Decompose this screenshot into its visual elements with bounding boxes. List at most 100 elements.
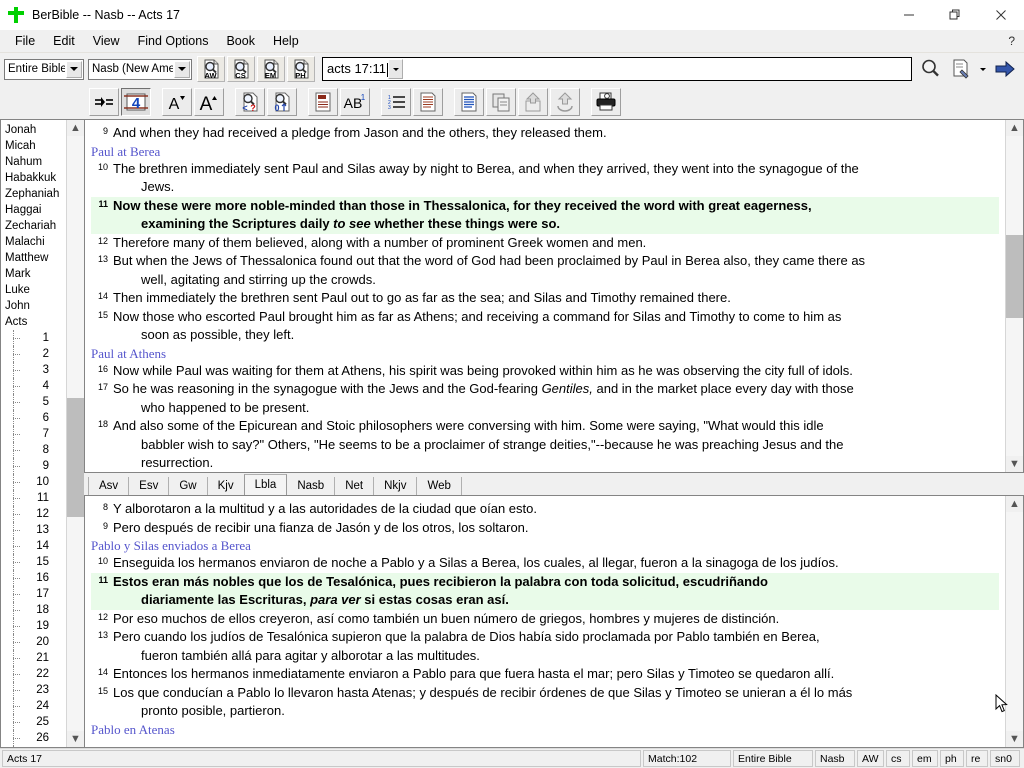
verse-row[interactable]: 17 So he was reasoning in the synagogue …	[91, 380, 999, 417]
tree-book-zechariah[interactable]: Zechariah	[5, 218, 66, 234]
maximize-icon[interactable]	[932, 0, 978, 30]
tab-nasb[interactable]: Nasb	[286, 477, 336, 495]
chevron-down-icon[interactable]	[66, 60, 82, 78]
top-panel-scrollbar[interactable]: ▲ ▼	[1005, 120, 1023, 472]
help-question-icon[interactable]: ?	[1008, 34, 1024, 48]
tree-chapter[interactable]: 8	[5, 442, 66, 458]
bottom-scroll-track[interactable]	[1006, 512, 1023, 731]
sidebar-scrollbar[interactable]: ▲ ▼	[66, 120, 84, 747]
chevron-down-icon[interactable]: ▼	[1006, 731, 1023, 747]
menu-edit[interactable]: Edit	[44, 32, 84, 50]
top-scroll-thumb[interactable]	[1006, 235, 1023, 319]
tree-chapter[interactable]: 9	[5, 458, 66, 474]
verse-row[interactable]: 10 The brethren immediately sent Paul an…	[91, 160, 999, 197]
verse-row[interactable]: 15 Los que conducían a Pablo lo llevaron…	[91, 684, 999, 721]
tree-chapter[interactable]: 14	[5, 538, 66, 554]
go-button[interactable]	[991, 56, 1019, 82]
verse-row[interactable]: 10 Enseguida los hermanos enviaron de no…	[91, 554, 999, 573]
tab-asv[interactable]: Asv	[88, 477, 130, 495]
strongs-number-search-button[interactable]: 0	[267, 88, 297, 116]
verse-row[interactable]: 14 Then immediately the brethren sent Pa…	[91, 289, 999, 308]
tree-book-haggai[interactable]: Haggai	[5, 202, 66, 218]
bible-version-combo[interactable]: Nasb (New Ame	[88, 58, 192, 80]
tree-chapter[interactable]: 22	[5, 666, 66, 682]
chevron-down-icon[interactable]	[174, 60, 190, 78]
tree-chapter[interactable]: 13	[5, 522, 66, 538]
verse-row-highlighted[interactable]: 11 Estos eran más nobles que los de Tesa…	[91, 572, 999, 610]
tree-book-nahum[interactable]: Nahum	[5, 154, 66, 170]
export-up-button[interactable]	[518, 88, 548, 116]
tree-book-john[interactable]: John	[5, 298, 66, 314]
tab-esv[interactable]: Esv	[128, 477, 170, 495]
chevron-down-icon[interactable]	[388, 59, 404, 79]
menu-file[interactable]: File	[6, 32, 44, 50]
sidebar-scroll-thumb[interactable]	[67, 397, 84, 517]
show-notes-button[interactable]	[308, 88, 338, 116]
print-preview-button[interactable]	[591, 88, 621, 116]
tab-kjv[interactable]: Kjv	[206, 477, 245, 495]
top-scroll-track[interactable]	[1006, 136, 1023, 456]
tab-web[interactable]: Web	[416, 477, 462, 495]
verse-row[interactable]: 13 Pero cuando los judíos de Tesalónica …	[91, 628, 999, 665]
case-sensitive-search-button[interactable]: CS	[227, 56, 255, 82]
verse-row[interactable]: 9 Pero después de recibir una fianza de …	[91, 519, 999, 538]
tree-book-malachi[interactable]: Malachi	[5, 234, 66, 250]
chevron-up-icon[interactable]: ▲	[67, 120, 84, 136]
menu-book[interactable]: Book	[217, 32, 264, 50]
search-input[interactable]: acts 17:11	[322, 57, 912, 81]
tree-chapter[interactable]: 11	[5, 490, 66, 506]
commentary-button[interactable]	[413, 88, 443, 116]
tree-book-micah[interactable]: Micah	[5, 138, 66, 154]
chevron-down-icon[interactable]: ▼	[67, 731, 84, 747]
tree-chapter[interactable]: 2	[5, 346, 66, 362]
tree-chapter[interactable]: 15	[5, 554, 66, 570]
four-panes-button[interactable]: 4	[121, 88, 151, 116]
tree-book-jonah[interactable]: Jonah	[5, 122, 66, 138]
tree-book-mark[interactable]: Mark	[5, 266, 66, 282]
tree-chapter[interactable]: 26	[5, 730, 66, 746]
copy-verses-button[interactable]	[486, 88, 516, 116]
tree-chapter[interactable]: 16	[5, 570, 66, 586]
verse-row-highlighted[interactable]: 11 Now these were more noble-minded than…	[91, 196, 999, 234]
verse-row[interactable]: 18 And also some of the Epicurean and St…	[91, 417, 999, 472]
close-icon[interactable]	[978, 0, 1024, 30]
menu-help[interactable]: Help	[264, 32, 308, 50]
exact-match-search-button[interactable]: EM	[257, 56, 285, 82]
verse-row[interactable]: 14 Entonces los hermanos inmediatamente …	[91, 665, 999, 684]
top-verse-text[interactable]: 9 And when they had received a pledge fr…	[85, 120, 1005, 472]
tree-chapter[interactable]: 3	[5, 362, 66, 378]
all-words-search-button[interactable]: AW	[197, 56, 225, 82]
show-footnotes-button[interactable]: AB 1	[340, 88, 370, 116]
verse-row[interactable]: 15 Now those who escorted Paul brought h…	[91, 308, 999, 345]
tab-lbla[interactable]: Lbla	[243, 474, 288, 495]
tree-chapter[interactable]: 19	[5, 618, 66, 634]
book-tree[interactable]: Jonah Micah Nahum Habakkuk Zephaniah Hag…	[1, 120, 66, 747]
tab-nkjv[interactable]: Nkjv	[373, 477, 418, 495]
tree-book-matthew[interactable]: Matthew	[5, 250, 66, 266]
search-help-button[interactable]: ? <	[235, 88, 265, 116]
upload-button[interactable]	[550, 88, 580, 116]
find-button[interactable]	[917, 56, 945, 82]
menu-view[interactable]: View	[84, 32, 129, 50]
verse-row[interactable]: 12 Therefore many of them believed, alon…	[91, 234, 999, 253]
copy-tool-button[interactable]	[947, 56, 975, 82]
compare-versions-button[interactable]	[89, 88, 119, 116]
chevron-down-icon[interactable]: ▼	[1006, 456, 1023, 472]
tree-book-luke[interactable]: Luke	[5, 282, 66, 298]
tree-chapter[interactable]: 1	[5, 330, 66, 346]
tree-chapter[interactable]: 27	[5, 746, 66, 747]
blue-page-button[interactable]	[454, 88, 484, 116]
tree-chapter[interactable]: 6	[5, 410, 66, 426]
tree-chapter[interactable]: 24	[5, 698, 66, 714]
tree-chapter[interactable]: 21	[5, 650, 66, 666]
tree-chapter[interactable]: 23	[5, 682, 66, 698]
tab-net[interactable]: Net	[334, 477, 375, 495]
tree-chapter[interactable]: 18	[5, 602, 66, 618]
tree-chapter[interactable]: 10	[5, 474, 66, 490]
verse-row[interactable]: 12 Por eso muchos de ellos creyeron, así…	[91, 610, 999, 629]
tree-chapter[interactable]: 5	[5, 394, 66, 410]
phrase-search-button[interactable]: PH	[287, 56, 315, 82]
tree-chapter[interactable]: 20	[5, 634, 66, 650]
search-scope-combo[interactable]: Entire Bible	[4, 58, 84, 80]
menu-find-options[interactable]: Find Options	[129, 32, 218, 50]
